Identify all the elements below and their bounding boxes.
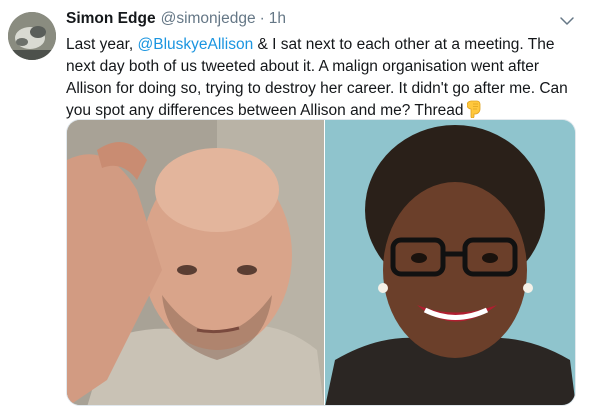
author-handle[interactable]: @simonjedge	[161, 10, 256, 28]
chevron-down-icon[interactable]	[558, 12, 576, 30]
tweet-card[interactable]: Simon Edge @simonjedge · 1h Last year, @…	[0, 0, 598, 416]
photo-woman-image	[324, 120, 575, 405]
tweet-text-start: Last year,	[66, 36, 138, 53]
tweet-header: Simon Edge @simonjedge · 1h	[66, 10, 286, 32]
photo-man-image	[67, 120, 324, 405]
timestamp[interactable]: 1h	[269, 10, 286, 28]
mention-link[interactable]: @BluskyeAllison	[138, 36, 254, 53]
separator-dot: ·	[259, 10, 265, 27]
avatar-image	[8, 12, 56, 60]
tweet-media[interactable]	[66, 119, 576, 406]
author-name[interactable]: Simon Edge	[66, 10, 156, 28]
photo-man[interactable]	[67, 120, 325, 405]
tweet-text: Last year, @BluskyeAllison & I sat next …	[66, 34, 576, 125]
photo-woman[interactable]	[324, 120, 575, 405]
avatar[interactable]	[8, 12, 56, 60]
